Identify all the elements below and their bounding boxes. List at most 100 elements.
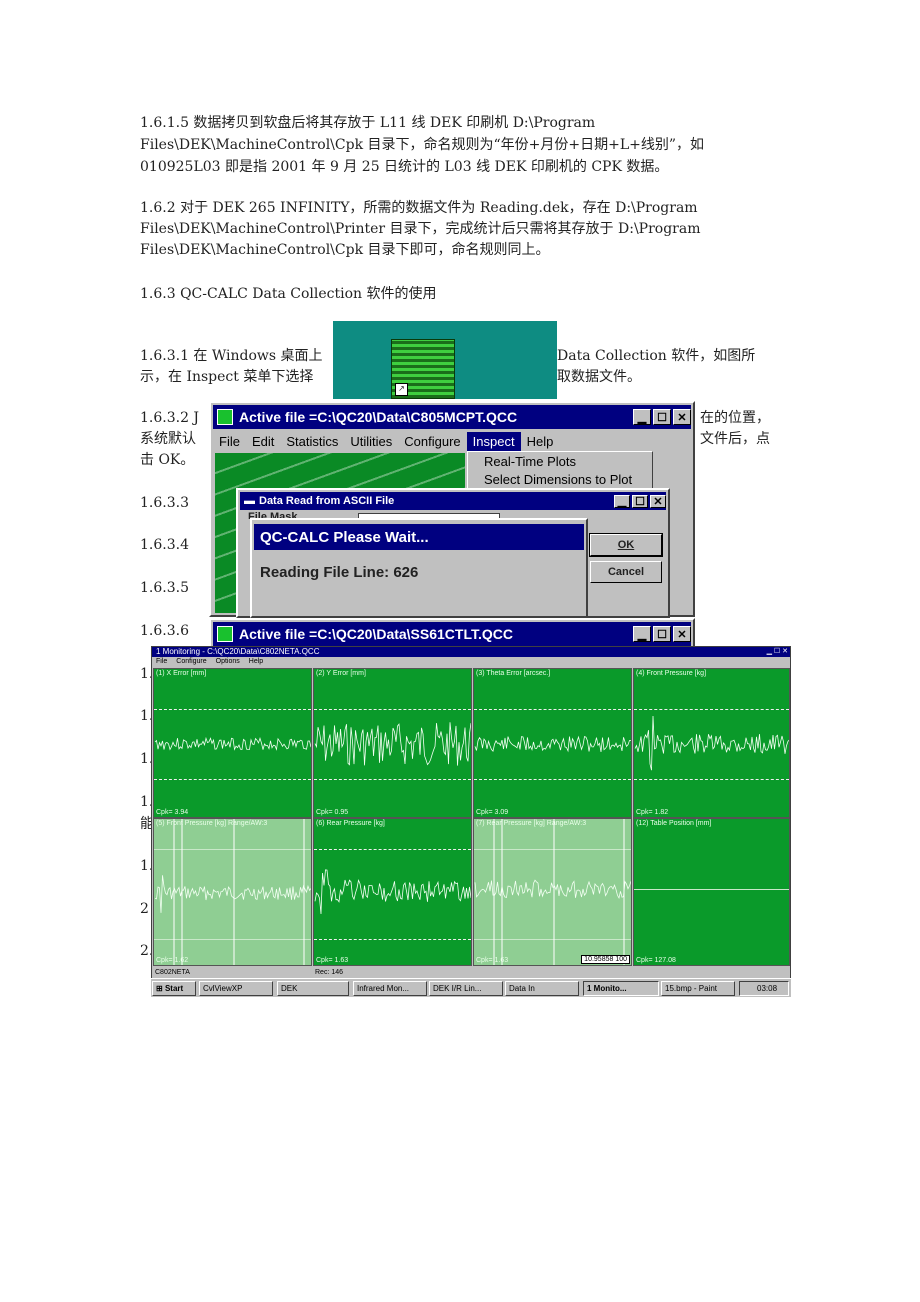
- cpk-label: Cpk= 3.09: [476, 809, 509, 816]
- menu-configure[interactable]: Configure: [176, 658, 206, 667]
- menu-bar: File Edit Statistics Utilities Configure…: [213, 430, 691, 452]
- chart-panel[interactable]: (6) Rear Pressure [kg] Cpk= 1.63: [313, 818, 472, 966]
- side-fragment: 2: [140, 901, 149, 917]
- menu-inspect[interactable]: Inspect: [466, 431, 521, 451]
- monitor-titlebar[interactable]: 1 Monitoring - C:\QC20\Data\C802NETA.QCC…: [152, 647, 790, 657]
- chart-panel[interactable]: (5) Front Pressure [kg] Range/AW:3 Cpk= …: [153, 818, 312, 966]
- signal-trace: [474, 819, 631, 965]
- signal-trace: [154, 819, 311, 965]
- para-4-line-1b: Data Collection 软件，如图所: [557, 348, 756, 364]
- system-tray: 03:08: [739, 981, 789, 996]
- menu-utilities[interactable]: Utilities: [344, 432, 398, 451]
- para-4-line-1a: 1.6.3.1 在 Windows 桌面上: [140, 348, 323, 364]
- close-icon[interactable]: ✕: [673, 409, 691, 425]
- para-5-line-1b: 在的位置，: [700, 410, 770, 426]
- trace-line: [314, 722, 471, 766]
- window-titlebar[interactable]: Active file =C:\QC20\Data\C805MCPT.QCC ▁…: [213, 405, 691, 429]
- please-wait-dialog: QC-CALC Please Wait... Reading File Line…: [250, 518, 588, 618]
- panel-title: (12) Table Position [mm]: [636, 820, 712, 827]
- trace-line: [474, 735, 631, 753]
- clock: 03:08: [757, 984, 778, 993]
- chart-panel[interactable]: (2) Y Error [mm] Cpk= 0.95: [313, 668, 472, 818]
- taskbar-item[interactable]: DEK: [277, 981, 349, 996]
- para-2-line-1: 1.6.2 对于 DEK 265 INFINITY，所需的数据文件为 Readi…: [140, 200, 698, 216]
- trace-line: [154, 736, 311, 751]
- ok-button[interactable]: OK: [589, 533, 663, 557]
- taskbar-item[interactable]: Data In: [505, 981, 579, 996]
- cpk-label: Cpk= 0.95: [316, 809, 349, 816]
- start-label: Start: [164, 984, 184, 993]
- window-titlebar[interactable]: Active file =C:\QC20\Data\SS61CTLT.QCC ▁…: [213, 622, 691, 646]
- dialog-titlebar[interactable]: ▬ Data Read from ASCII File ▁ ☐ ✕: [240, 492, 666, 510]
- maximize-icon[interactable]: ☐: [653, 409, 671, 425]
- close-icon[interactable]: ✕: [673, 626, 691, 642]
- taskbar-item[interactable]: 15.bmp - Paint: [661, 981, 735, 996]
- value-box: 10.95858 100: [581, 955, 630, 964]
- para-5-line-2a: 系统默认: [140, 431, 196, 447]
- para-2-line-3: Files\DEK\MachineControl\Cpk 目录下即可，命名规则同…: [140, 242, 550, 258]
- menu-options[interactable]: Options: [216, 658, 240, 667]
- maximize-icon[interactable]: ☐: [632, 494, 648, 508]
- chart-panel[interactable]: (4) Front Pressure [kg] Cpk= 1.82: [633, 668, 790, 818]
- cpk-label: Cpk= 127.08: [636, 957, 676, 964]
- trace-line: [474, 879, 631, 899]
- chart-panel[interactable]: (7) Rear Pressure [kg] Range/AW:3 10.958…: [473, 818, 632, 966]
- taskbar-item[interactable]: CvlViewXP: [199, 981, 273, 996]
- monitor-title: 1 Monitoring - C:\QC20\Data\C802NETA.QCC: [156, 647, 320, 656]
- signal-trace: [154, 736, 311, 751]
- monitoring-window: 1 Monitoring - C:\QC20\Data\C802NETA.QCC…: [151, 646, 791, 980]
- app-icon: [217, 626, 233, 642]
- wait-title: QC-CALC Please Wait...: [260, 528, 429, 546]
- para-5-line-3: 击 OK。: [140, 452, 195, 468]
- para-9: 1.6.3.6: [140, 623, 189, 639]
- shortcut-arrow-icon: ↗: [395, 383, 408, 396]
- trace-line: [154, 875, 311, 913]
- trace-line: [314, 869, 471, 915]
- para-2-line-2: Files\DEK\MachineControl\Printer 目录下，完成统…: [140, 221, 701, 237]
- menu-statistics[interactable]: Statistics: [280, 432, 344, 451]
- para-4-line-2a: 示，在 Inspect 菜单下选择: [140, 369, 314, 385]
- status-file: C802NETA: [155, 969, 190, 976]
- menu-configure[interactable]: Configure: [398, 432, 466, 451]
- taskbar-item[interactable]: Infrared Mon...: [353, 981, 427, 996]
- cpk-label: Cpk= 1.62: [156, 957, 189, 964]
- cpk-label: Cpk= 1.63: [316, 957, 349, 964]
- minimize-icon[interactable]: ▁: [614, 494, 630, 508]
- status-record: Rec: 146: [315, 969, 344, 976]
- menu-item-real-time-plots[interactable]: Real-Time Plots: [468, 452, 652, 472]
- menu-help[interactable]: Help: [249, 658, 263, 667]
- chart-panel[interactable]: (1) X Error [mm] Cpk= 3.94: [153, 668, 312, 818]
- para-8: 1.6.3.5: [140, 580, 189, 596]
- signal-trace: [314, 869, 471, 915]
- desktop-icon-area: ↗: [333, 321, 557, 399]
- signal-trace: [474, 735, 631, 753]
- dialog-title: Data Read from ASCII File: [259, 495, 395, 507]
- wait-titlebar: QC-CALC Please Wait...: [254, 524, 584, 550]
- window-title: Active file =C:\QC20\Data\SS61CTLT.QCC: [239, 626, 513, 642]
- window-buttons-icon[interactable]: ▁ ☐ ✕: [767, 647, 788, 657]
- chart-panel[interactable]: (12) Table Position [mm] Cpk= 127.08: [633, 818, 790, 966]
- windows-logo-icon: ⊞: [156, 984, 163, 993]
- para-7: 1.6.3.4: [140, 537, 189, 553]
- taskbar-item-active[interactable]: 1 Monito...: [583, 981, 659, 996]
- reading-status-text: Reading File Line: 626: [260, 564, 419, 581]
- app-icon: [217, 409, 233, 425]
- menu-edit[interactable]: Edit: [246, 432, 280, 451]
- taskbar-item[interactable]: DEK I/R Lin...: [429, 981, 503, 996]
- para-3-heading: 1.6.3 QC-CALC Data Collection 软件的使用: [140, 286, 437, 302]
- signal-trace: [314, 722, 471, 766]
- menu-help[interactable]: Help: [521, 432, 560, 451]
- start-button[interactable]: ⊞ Start: [152, 981, 196, 996]
- minimize-icon[interactable]: ▁: [633, 626, 651, 642]
- chart-panel[interactable]: (3) Theta Error [arcsec.] Cpk= 3.09: [473, 668, 632, 818]
- para-1-line-2: Files\DEK\MachineControl\Cpk 目录下，命名规则为“年…: [140, 137, 705, 153]
- cpk-label: Cpk= 3.94: [156, 809, 189, 816]
- signal-trace: [634, 715, 789, 771]
- menu-file[interactable]: File: [213, 432, 246, 451]
- menu-file[interactable]: File: [156, 658, 167, 667]
- trace-line: [634, 715, 789, 771]
- maximize-icon[interactable]: ☐: [653, 626, 671, 642]
- close-icon[interactable]: ✕: [650, 494, 666, 508]
- minimize-icon[interactable]: ▁: [633, 409, 651, 425]
- cancel-button[interactable]: Cancel: [590, 561, 662, 583]
